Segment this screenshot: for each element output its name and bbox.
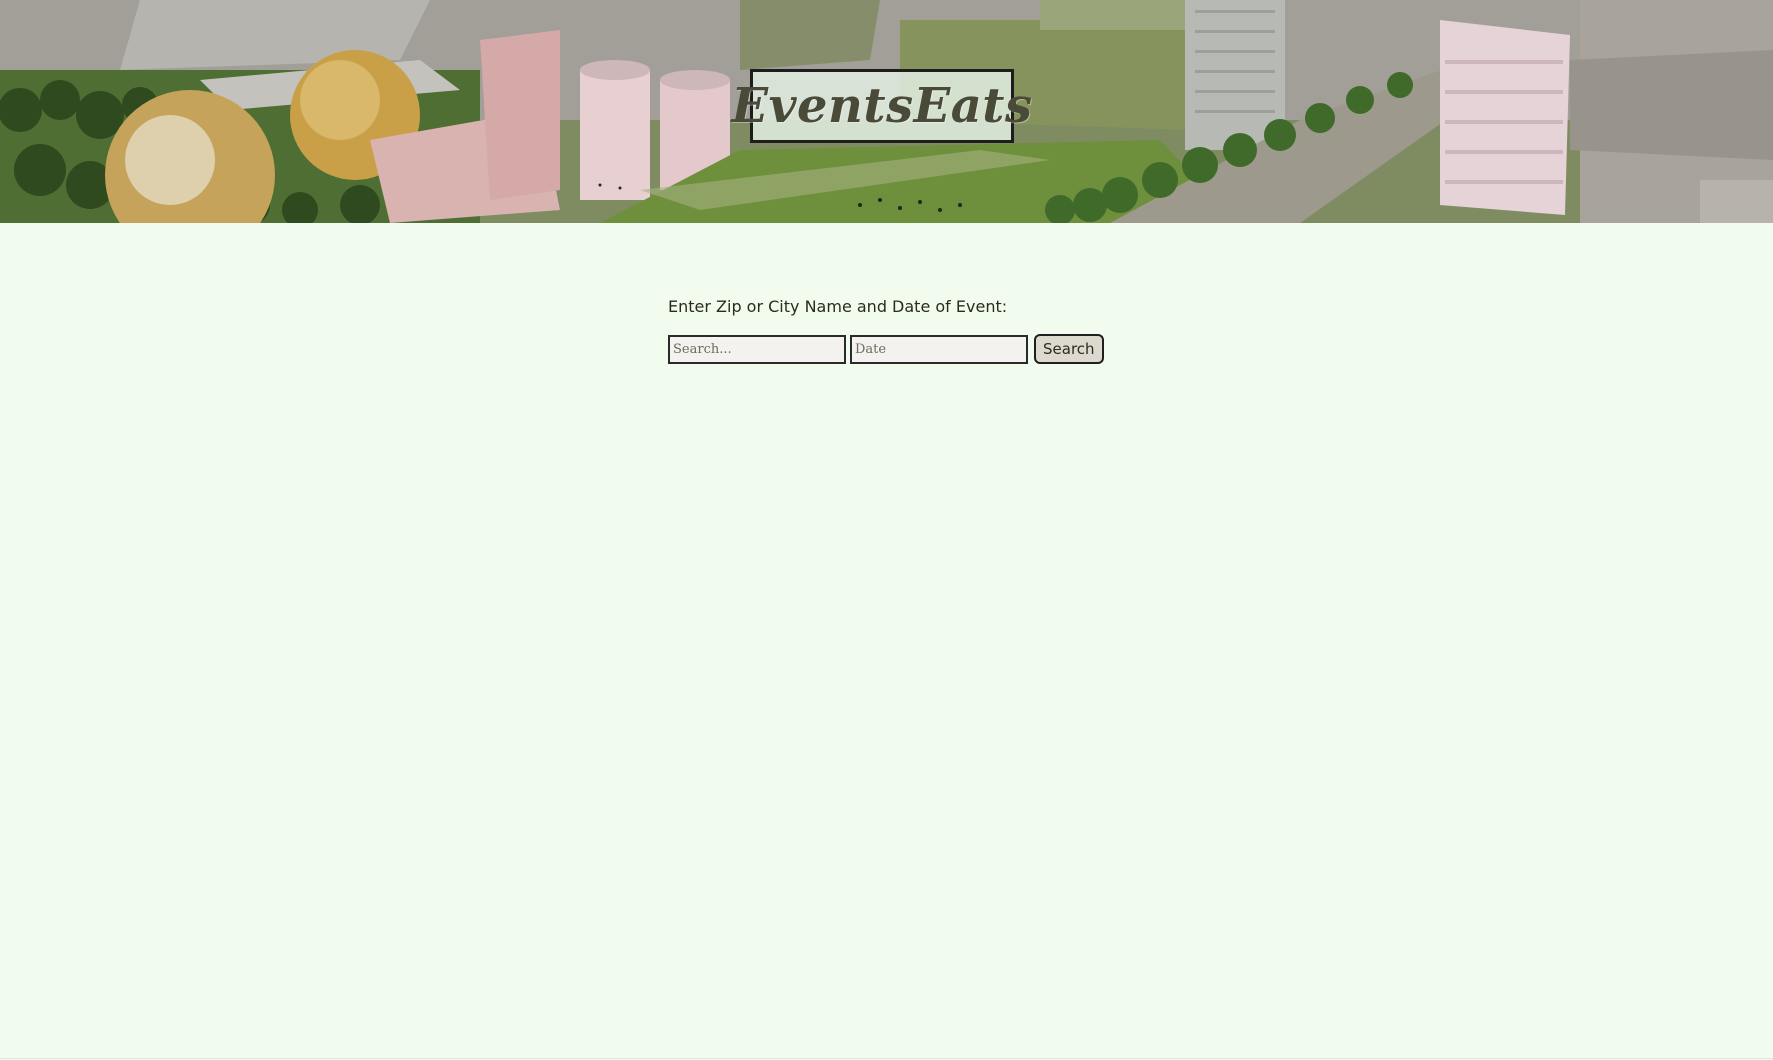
page: EventsEats Enter Zip or City Name and Da… <box>0 0 1773 1060</box>
search-section: Enter Zip or City Name and Date of Event… <box>668 296 1104 364</box>
date-input[interactable] <box>850 334 1028 364</box>
logo-text: EventsEats <box>731 78 1033 134</box>
location-search-input[interactable] <box>668 334 846 364</box>
search-prompt: Enter Zip or City Name and Date of Event… <box>668 297 1008 316</box>
hero-banner: EventsEats <box>0 0 1773 223</box>
page-bottom-divider <box>0 1058 1773 1059</box>
search-form: Search <box>668 334 1104 364</box>
site-logo[interactable]: EventsEats <box>732 69 1032 143</box>
search-button[interactable]: Search <box>1034 334 1104 364</box>
